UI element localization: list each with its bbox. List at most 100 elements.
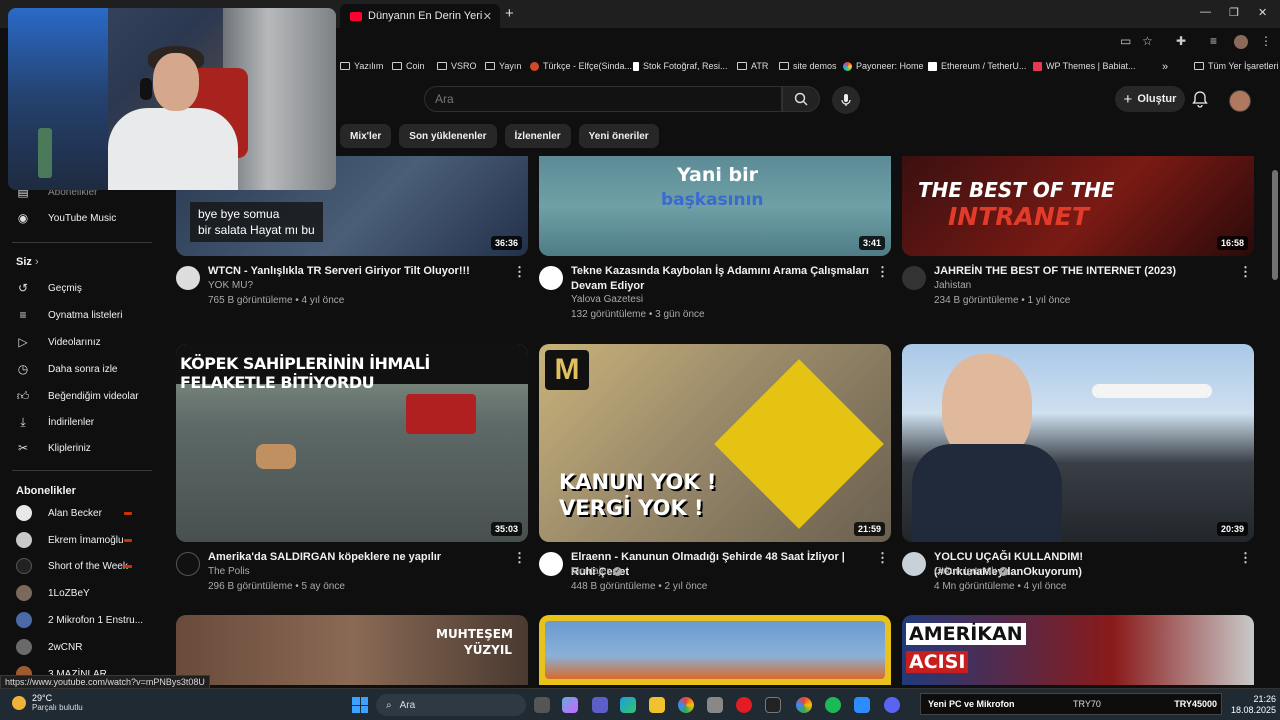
copilot-icon[interactable] (562, 697, 578, 713)
video-title[interactable]: Amerika'da SALDIRGAN köpeklere ne yapılı… (208, 550, 508, 565)
video-thumbnail[interactable] (539, 615, 891, 685)
video-thumbnail[interactable]: MUHTEŞEM YÜZYIL (176, 615, 528, 685)
scrollbar[interactable] (1270, 78, 1280, 684)
channel-avatar[interactable] (539, 552, 563, 576)
minimize-icon[interactable]: — (1200, 6, 1211, 18)
system-clock[interactable]: 21:26 18.08.2025 (1226, 694, 1276, 716)
bookmark-item[interactable]: ATR (737, 61, 768, 71)
you-heading[interactable]: Siz › (16, 256, 39, 268)
menu-icon[interactable]: ⋮ (1260, 34, 1272, 48)
video-thumbnail[interactable]: Yani bir başkasının 3:41 (539, 156, 891, 256)
video-card[interactable] (539, 615, 891, 685)
bookmark-item[interactable]: WP Themes | Babiat... (1033, 61, 1136, 71)
more-actions-icon[interactable]: ⋮ (1239, 264, 1252, 280)
chrome-active-icon[interactable] (796, 697, 812, 713)
file-explorer-icon[interactable] (649, 697, 665, 713)
extensions-icon[interactable]: ✚ (1176, 34, 1186, 48)
teams-icon[interactable] (592, 697, 608, 713)
search-button[interactable] (782, 86, 820, 112)
chip-new-to-you[interactable]: Yeni öneriler (578, 124, 659, 148)
channel-name[interactable]: Montajer ✓ (571, 566, 622, 577)
bookmark-item[interactable]: Yayın (485, 61, 521, 71)
search-box[interactable] (424, 86, 782, 112)
sidebar-item-watch-later[interactable]: ◷ Daha sonra izle (16, 357, 118, 381)
new-tab-icon[interactable]: + (505, 5, 514, 22)
window-close-icon[interactable]: ✕ (1258, 6, 1267, 19)
bookmark-item[interactable]: Yazılım (340, 61, 383, 71)
video-card[interactable]: KÖPEK SAHİPLERİNİN İHMALİ FELAKETLE BİTİ… (176, 344, 528, 612)
all-bookmarks[interactable]: Tüm Yer İşaretleri (1194, 61, 1279, 71)
app-icon[interactable] (765, 697, 781, 713)
video-card[interactable]: MUHTEŞEM YÜZYIL (176, 615, 528, 685)
sidebar-item-liked-videos[interactable]: 👍︎ Beğendiğim videolar (16, 384, 139, 408)
app-icon[interactable] (854, 697, 870, 713)
video-thumbnail[interactable]: AMERİKAN ACISI (902, 615, 1254, 685)
more-actions-icon[interactable]: ⋮ (513, 550, 526, 566)
scrollbar-thumb[interactable] (1272, 170, 1278, 280)
video-title[interactable]: JAHREİN THE BEST OF THE INTERNET (2023) (934, 264, 1234, 279)
subscription-item[interactable]: 1LoZBeY (16, 581, 90, 605)
taskbar-search[interactable]: ⌕ Ara (376, 694, 526, 716)
video-card[interactable]: Yani bir başkasının 3:41 Tekne Kazasında… (539, 156, 891, 326)
notifications-bell-icon[interactable] (1192, 90, 1208, 108)
browser-tab-active[interactable]: Dünyanın En Derin Yerine İnmek ✕ (340, 4, 500, 28)
channel-name[interactable]: The Polis (208, 566, 250, 577)
store-icon[interactable] (707, 697, 723, 713)
discord-icon[interactable] (884, 697, 900, 713)
video-card[interactable]: M KANUN YOK ! VERGİ YOK ! 21:59 Elraenn … (539, 344, 891, 612)
channel-name[interactable]: Jahistan (934, 280, 971, 291)
subscription-item[interactable]: 2 Mikrofon 1 Enstru... (16, 608, 143, 632)
weather-widget[interactable]: 29°C Parçalı bulutlu (12, 693, 83, 712)
bookmark-item[interactable]: Ethereum / TetherU... (928, 61, 1026, 71)
bookmark-item[interactable]: site demos (779, 61, 837, 71)
channel-name[interactable]: YOK MU? (208, 280, 253, 291)
browser-profile-avatar[interactable] (1234, 35, 1248, 49)
more-actions-icon[interactable]: ⋮ (513, 264, 526, 280)
close-icon[interactable]: ✕ (483, 10, 492, 23)
chrome-icon[interactable] (678, 697, 694, 713)
account-avatar[interactable] (1229, 90, 1251, 112)
channel-name[interactable]: Yalova Gazetesi (571, 294, 643, 305)
star-icon[interactable]: ☆ (1142, 34, 1153, 48)
chip-recently-uploaded[interactable]: Son yüklenenler (399, 124, 497, 148)
more-bookmarks-icon[interactable]: » (1162, 61, 1168, 73)
windows-start-icon[interactable] (352, 697, 368, 713)
bookmark-item[interactable]: Payoneer: Home (843, 61, 924, 71)
bookmark-item[interactable]: Türkçe - Elfçe(Sinda... (530, 61, 632, 71)
channel-avatar[interactable] (539, 266, 563, 290)
more-actions-icon[interactable]: ⋮ (876, 550, 889, 566)
channel-avatar[interactable] (176, 266, 200, 290)
video-thumbnail[interactable]: 20:39 (902, 344, 1254, 542)
spotify-icon[interactable] (825, 697, 841, 713)
bookmark-item[interactable]: Stok Fotoğraf, Resi... (633, 61, 728, 71)
channel-name[interactable]: Orkun Işıtmak ✓ (934, 566, 1009, 577)
more-actions-icon[interactable]: ⋮ (876, 264, 889, 280)
maximize-icon[interactable]: ❐ (1229, 6, 1239, 19)
task-view-icon[interactable] (534, 697, 550, 713)
video-thumbnail[interactable]: KÖPEK SAHİPLERİNİN İHMALİ FELAKETLE BİTİ… (176, 344, 528, 542)
subscription-item[interactable]: Short of the Week (16, 554, 128, 578)
bookmark-item[interactable]: VSRO (437, 61, 477, 71)
opera-icon[interactable] (736, 697, 752, 713)
video-card[interactable]: THE BEST OF THE INTRANET 16:58 JAHREİN T… (902, 156, 1254, 326)
video-title[interactable]: WTCN - Yanlışlıkla TR Serveri Giriyor Ti… (208, 264, 508, 279)
sidebar-item-clips[interactable]: ✂ Klipleriniz (16, 436, 91, 460)
video-thumbnail[interactable]: THE BEST OF THE INTRANET 16:58 (902, 156, 1254, 256)
sidebar-item-playlists[interactable]: ≡ Oynatma listeleri (16, 303, 122, 327)
media-icon[interactable]: ≡ (1210, 34, 1217, 48)
subscription-item[interactable]: Alan Becker (16, 501, 102, 525)
bookmark-item[interactable]: Coin (392, 61, 425, 71)
voice-search-button[interactable] (832, 86, 860, 114)
channel-avatar[interactable] (902, 266, 926, 290)
chip-mixes[interactable]: Mix'ler (340, 124, 392, 148)
sidebar-item-downloads[interactable]: ⤓ İndirilenler (16, 410, 94, 434)
sidebar-item-youtube-music[interactable]: ◉ YouTube Music (16, 206, 116, 230)
video-thumbnail[interactable]: M KANUN YOK ! VERGİ YOK ! 21:59 (539, 344, 891, 542)
video-card[interactable]: 20:39 YOLCU UÇAĞI KULLANDIM! (#OrkunaMey… (902, 344, 1254, 612)
chip-watched[interactable]: İzlenenler (504, 124, 571, 148)
create-button[interactable]: + Oluştur (1115, 86, 1185, 112)
search-input[interactable] (425, 87, 781, 111)
video-title[interactable]: Tekne Kazasında Kaybolan İş Adamını Aram… (571, 264, 871, 294)
edge-icon[interactable] (620, 697, 636, 713)
sidebar-item-your-videos[interactable]: ▷ Videolarınız (16, 330, 100, 354)
